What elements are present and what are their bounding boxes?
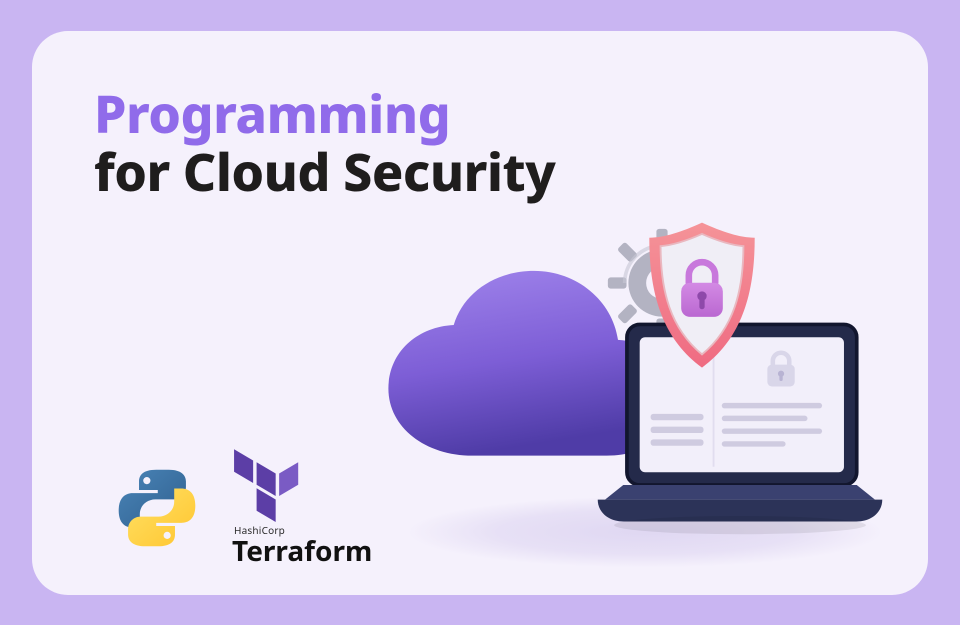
illustration <box>366 221 906 577</box>
python-logo-icon <box>114 465 200 551</box>
course-card: Programming for Cloud Security <box>32 31 928 595</box>
terraform-logo-icon <box>232 444 302 522</box>
title-line-2: for Cloud Security <box>94 143 555 201</box>
shield-lock-icon <box>634 217 770 377</box>
title-line-1: Programming <box>94 85 555 143</box>
course-title: Programming for Cloud Security <box>94 85 555 201</box>
